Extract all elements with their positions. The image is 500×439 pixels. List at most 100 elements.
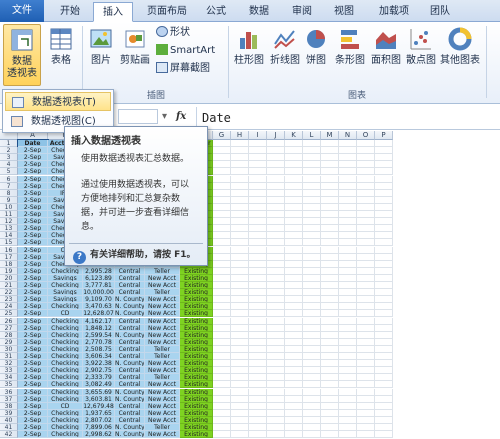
empty-cell[interactable] bbox=[375, 374, 393, 382]
table-cell[interactable]: 2-Sep bbox=[18, 402, 48, 410]
row-header[interactable]: 42 bbox=[0, 431, 18, 439]
empty-cell[interactable] bbox=[213, 147, 231, 155]
empty-cell[interactable] bbox=[321, 282, 339, 290]
table-cell[interactable]: Central bbox=[115, 374, 145, 382]
empty-cell[interactable] bbox=[213, 189, 231, 197]
table-cell[interactable]: 2-Sep bbox=[18, 367, 48, 375]
empty-cell[interactable] bbox=[231, 409, 249, 417]
empty-cell[interactable] bbox=[285, 154, 303, 162]
empty-cell[interactable] bbox=[267, 154, 285, 162]
empty-cell[interactable] bbox=[357, 203, 375, 211]
empty-cell[interactable] bbox=[267, 303, 285, 311]
empty-cell[interactable] bbox=[357, 296, 375, 304]
empty-cell[interactable] bbox=[303, 388, 321, 396]
empty-cell[interactable] bbox=[249, 296, 267, 304]
column-header[interactable]: N bbox=[339, 131, 357, 140]
empty-cell[interactable] bbox=[249, 345, 267, 353]
table-cell[interactable]: 2-Sep bbox=[18, 289, 48, 297]
empty-cell[interactable] bbox=[339, 168, 357, 176]
empty-cell[interactable] bbox=[285, 232, 303, 240]
empty-cell[interactable] bbox=[321, 395, 339, 403]
table-cell[interactable]: New Acct bbox=[145, 416, 180, 424]
empty-cell[interactable] bbox=[303, 246, 321, 254]
empty-cell[interactable] bbox=[321, 253, 339, 261]
row-header[interactable]: 8 bbox=[0, 189, 18, 197]
table-header-cell[interactable]: Date bbox=[17, 138, 49, 149]
empty-cell[interactable] bbox=[357, 211, 375, 219]
table-cell[interactable]: 2-Sep bbox=[18, 424, 48, 432]
empty-cell[interactable] bbox=[213, 424, 231, 432]
empty-cell[interactable] bbox=[357, 218, 375, 226]
empty-cell[interactable] bbox=[231, 253, 249, 261]
table-cell[interactable]: 2,599.54 bbox=[83, 331, 115, 339]
table-cell[interactable]: 2-Sep bbox=[18, 211, 48, 219]
empty-cell[interactable] bbox=[231, 331, 249, 339]
row-header[interactable]: 35 bbox=[0, 381, 18, 389]
empty-cell[interactable] bbox=[267, 260, 285, 268]
table-cell[interactable]: 2-Sep bbox=[18, 232, 48, 240]
empty-cell[interactable] bbox=[339, 282, 357, 290]
empty-cell[interactable] bbox=[249, 431, 267, 439]
empty-cell[interactable] bbox=[285, 161, 303, 169]
empty-cell[interactable] bbox=[249, 416, 267, 424]
empty-cell[interactable] bbox=[213, 175, 231, 183]
empty-cell[interactable] bbox=[375, 182, 393, 190]
empty-cell[interactable] bbox=[285, 338, 303, 346]
table-cell[interactable]: New Acct bbox=[145, 303, 180, 311]
empty-cell[interactable] bbox=[375, 154, 393, 162]
empty-cell[interactable] bbox=[321, 203, 339, 211]
table-cell[interactable]: Savings bbox=[48, 296, 83, 304]
empty-cell[interactable] bbox=[339, 360, 357, 368]
empty-cell[interactable] bbox=[321, 140, 339, 148]
empty-cell[interactable] bbox=[267, 324, 285, 332]
empty-cell[interactable] bbox=[249, 232, 267, 240]
empty-cell[interactable] bbox=[357, 274, 375, 282]
empty-cell[interactable] bbox=[303, 303, 321, 311]
table-cell[interactable]: New Acct bbox=[145, 381, 180, 389]
empty-cell[interactable] bbox=[249, 189, 267, 197]
empty-cell[interactable] bbox=[303, 196, 321, 204]
table-cell[interactable]: Existing bbox=[180, 324, 213, 332]
empty-cell[interactable] bbox=[249, 253, 267, 261]
empty-cell[interactable] bbox=[285, 310, 303, 318]
empty-cell[interactable] bbox=[321, 424, 339, 432]
table-cell[interactable]: 2-Sep bbox=[18, 282, 48, 290]
table-cell[interactable]: 2-Sep bbox=[18, 388, 48, 396]
table-cell[interactable]: N. County bbox=[115, 388, 145, 396]
empty-cell[interactable] bbox=[375, 395, 393, 403]
empty-cell[interactable] bbox=[267, 388, 285, 396]
table-cell[interactable]: Existing bbox=[180, 388, 213, 396]
empty-cell[interactable] bbox=[339, 338, 357, 346]
empty-cell[interactable] bbox=[339, 189, 357, 197]
table-cell[interactable]: 3,655.69 bbox=[83, 388, 115, 396]
empty-cell[interactable] bbox=[357, 345, 375, 353]
empty-cell[interactable] bbox=[267, 331, 285, 339]
empty-cell[interactable] bbox=[339, 260, 357, 268]
empty-cell[interactable] bbox=[375, 310, 393, 318]
empty-cell[interactable] bbox=[375, 196, 393, 204]
column-header[interactable]: K bbox=[285, 131, 303, 140]
table-cell[interactable]: New Acct bbox=[145, 431, 180, 439]
empty-cell[interactable] bbox=[357, 161, 375, 169]
empty-cell[interactable] bbox=[249, 211, 267, 219]
empty-cell[interactable] bbox=[357, 424, 375, 432]
empty-cell[interactable] bbox=[231, 317, 249, 325]
row-header[interactable]: 7 bbox=[0, 182, 18, 190]
table-cell[interactable]: Checking bbox=[48, 360, 83, 368]
empty-cell[interactable] bbox=[213, 395, 231, 403]
empty-cell[interactable] bbox=[375, 324, 393, 332]
empty-cell[interactable] bbox=[267, 175, 285, 183]
row-header[interactable]: 29 bbox=[0, 338, 18, 346]
table-cell[interactable]: Central bbox=[115, 381, 145, 389]
table-cell[interactable]: 10,000.00 bbox=[83, 289, 115, 297]
table-cell[interactable]: Checking bbox=[48, 345, 83, 353]
empty-cell[interactable] bbox=[231, 196, 249, 204]
empty-cell[interactable] bbox=[303, 296, 321, 304]
empty-cell[interactable] bbox=[321, 225, 339, 233]
empty-cell[interactable] bbox=[213, 218, 231, 226]
empty-cell[interactable] bbox=[375, 424, 393, 432]
table-cell[interactable]: 2-Sep bbox=[18, 260, 48, 268]
table-cell[interactable]: 2-Sep bbox=[18, 147, 48, 155]
empty-cell[interactable] bbox=[231, 353, 249, 361]
table-cell[interactable]: Teller bbox=[145, 345, 180, 353]
